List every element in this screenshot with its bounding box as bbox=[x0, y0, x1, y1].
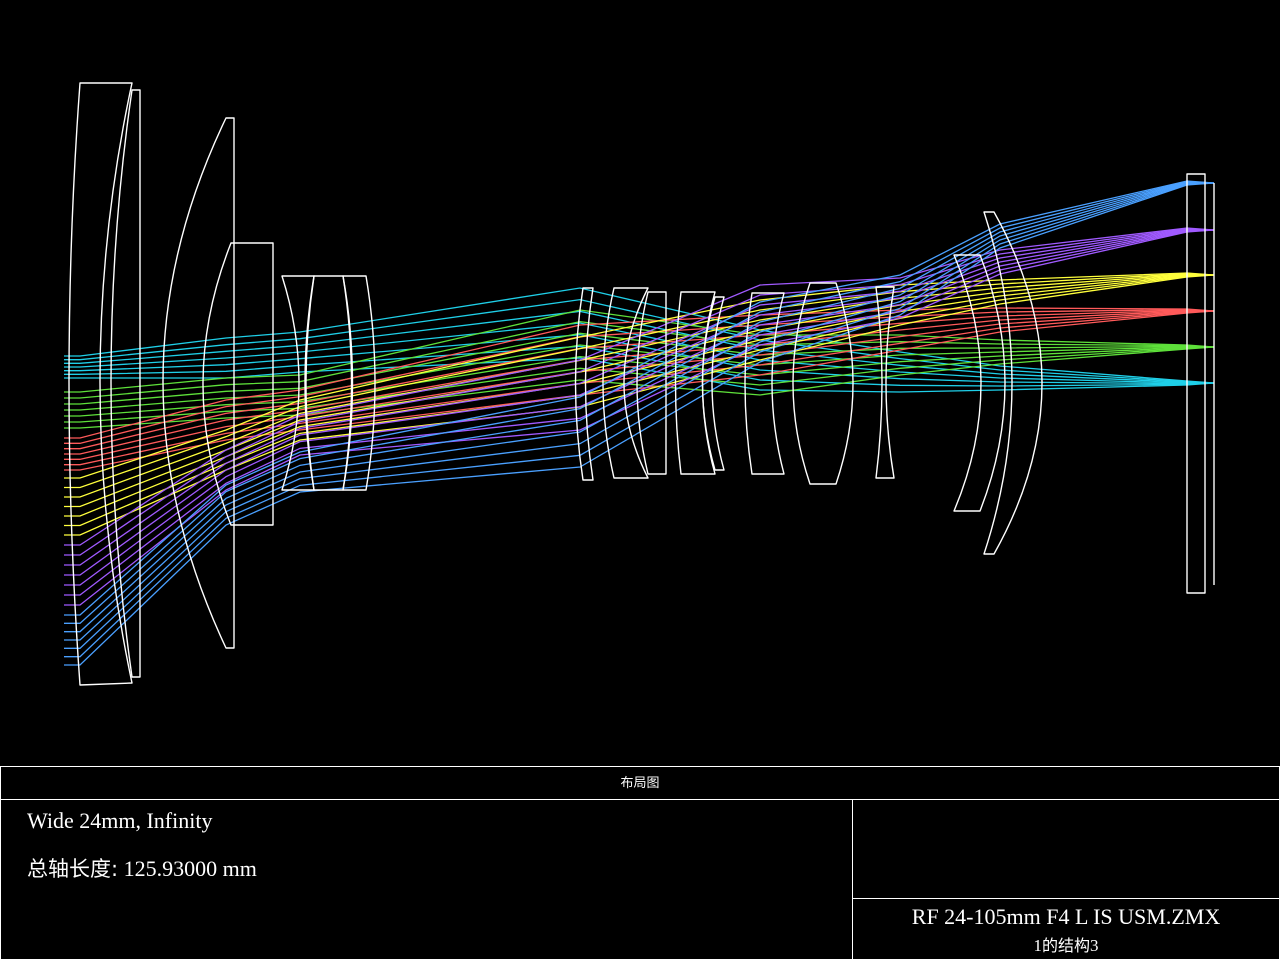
frame-title: 布局图 bbox=[1, 767, 1279, 800]
total-length: 总轴长度: 125.93000 mm bbox=[27, 853, 257, 883]
lens-13-meniscus bbox=[744, 292, 785, 475]
configuration-label: 1的结构3 bbox=[853, 932, 1279, 956]
config-text: 的结构 bbox=[1041, 936, 1090, 955]
config-total: 3 bbox=[1090, 936, 1099, 955]
lens-16-meniscus bbox=[953, 254, 1006, 512]
file-name: RF 24-105mm F4 L IS USM.ZMX bbox=[911, 904, 1221, 929]
total-length-value: 125.93000 mm bbox=[123, 856, 257, 881]
config-number: 1 bbox=[1033, 936, 1042, 955]
lens-state-note: Wide 24mm, Infinity bbox=[27, 808, 213, 833]
drawing-title-block: 布局图 Wide 24mm, Infinity 总轴长度: 125.93000 … bbox=[0, 766, 1280, 960]
file-panel: RF 24-105mm F4 L IS USM.ZMX 1的结构3 bbox=[853, 800, 1279, 959]
optical-layout-diagram bbox=[64, 82, 1215, 686]
lens-15-biconcave bbox=[875, 286, 895, 479]
total-length-label: 总轴长度: bbox=[27, 857, 119, 881]
blank-cell bbox=[853, 800, 1279, 899]
notes-panel: Wide 24mm, Infinity 总轴长度: 125.93000 mm bbox=[1, 800, 853, 959]
